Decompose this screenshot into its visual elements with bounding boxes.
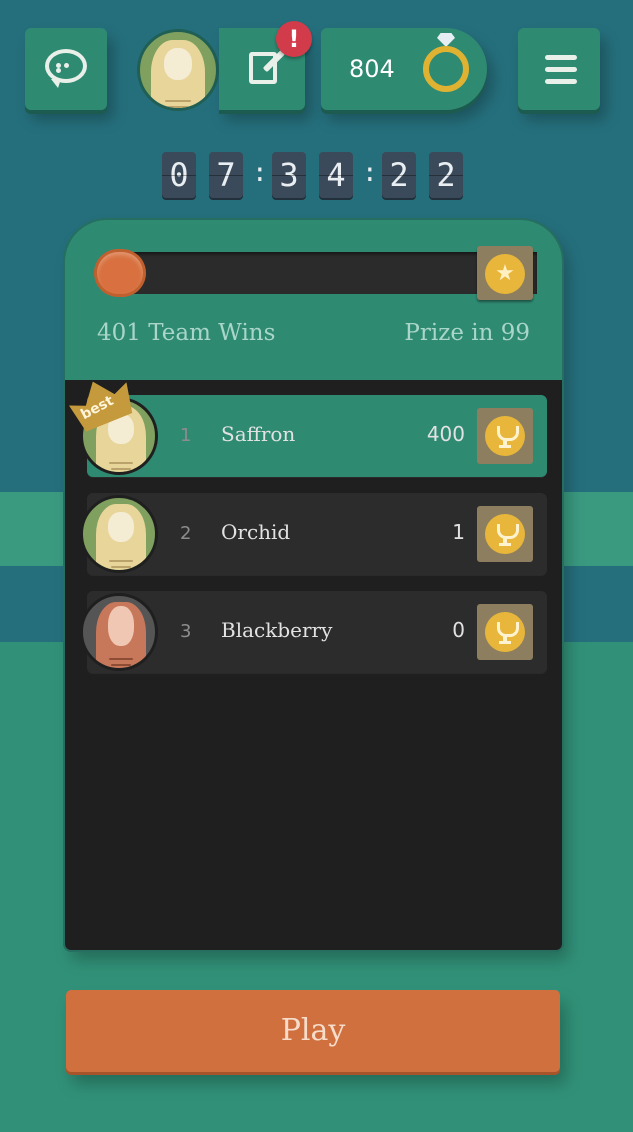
- player-rank: 2: [180, 523, 192, 544]
- timer-separator: :: [252, 158, 268, 188]
- finger-avatar-icon: [96, 602, 146, 668]
- timer-separator: :: [362, 158, 378, 188]
- prize-goal[interactable]: ★: [477, 246, 533, 300]
- player-score: 0: [452, 618, 465, 642]
- timer-digit: 0: [162, 152, 196, 198]
- currency-amount: 804: [349, 55, 395, 83]
- timer-digit: 3: [272, 152, 306, 198]
- player-name: Saffron: [221, 422, 296, 446]
- player-name: Orchid: [221, 520, 291, 544]
- trophy-button[interactable]: [477, 408, 533, 464]
- leaderboard-row[interactable]: 1 Saffron 400: [80, 395, 547, 477]
- team-progress-fill: [97, 252, 143, 294]
- team-progress-bar: [97, 252, 537, 294]
- player-avatar: [80, 495, 158, 573]
- finger-avatar-icon: [151, 40, 205, 108]
- star-icon: ★: [485, 254, 525, 294]
- player-score: 400: [426, 422, 465, 446]
- timer-digit: 4: [319, 152, 353, 198]
- chat-dots: [56, 63, 78, 73]
- trophy-icon: [485, 514, 525, 554]
- leaderboard-row[interactable]: 2 Orchid 1: [80, 493, 547, 575]
- player-avatar: [80, 593, 158, 671]
- finger-avatar-icon: [96, 504, 146, 570]
- team-panel: ★ 401 Team Wins Prize in 99: [65, 220, 562, 950]
- leaderboard-row[interactable]: 3 Blackberry 0: [80, 591, 547, 673]
- play-button[interactable]: Play: [66, 990, 560, 1072]
- trophy-button[interactable]: [477, 506, 533, 562]
- trophy-icon: [485, 612, 525, 652]
- team-wins-label: 401 Team Wins: [97, 320, 276, 346]
- timer-digit: 2: [382, 152, 416, 198]
- player-score: 1: [452, 520, 465, 544]
- timer-digit: 7: [209, 152, 243, 198]
- player-name: Blackberry: [221, 618, 333, 642]
- player-rank: 3: [180, 621, 192, 642]
- menu-button[interactable]: [518, 28, 600, 110]
- chat-button[interactable]: [25, 28, 107, 110]
- trophy-button[interactable]: [477, 604, 533, 660]
- trophy-icon: [485, 416, 525, 456]
- prize-countdown-label: Prize in 99: [404, 320, 530, 346]
- hamburger-icon: [545, 55, 577, 60]
- timer-digit: 2: [429, 152, 463, 198]
- player-rank: 1: [180, 425, 192, 446]
- ring-icon: [423, 46, 469, 92]
- profile-avatar[interactable]: [137, 29, 219, 111]
- notification-badge: !: [276, 21, 312, 57]
